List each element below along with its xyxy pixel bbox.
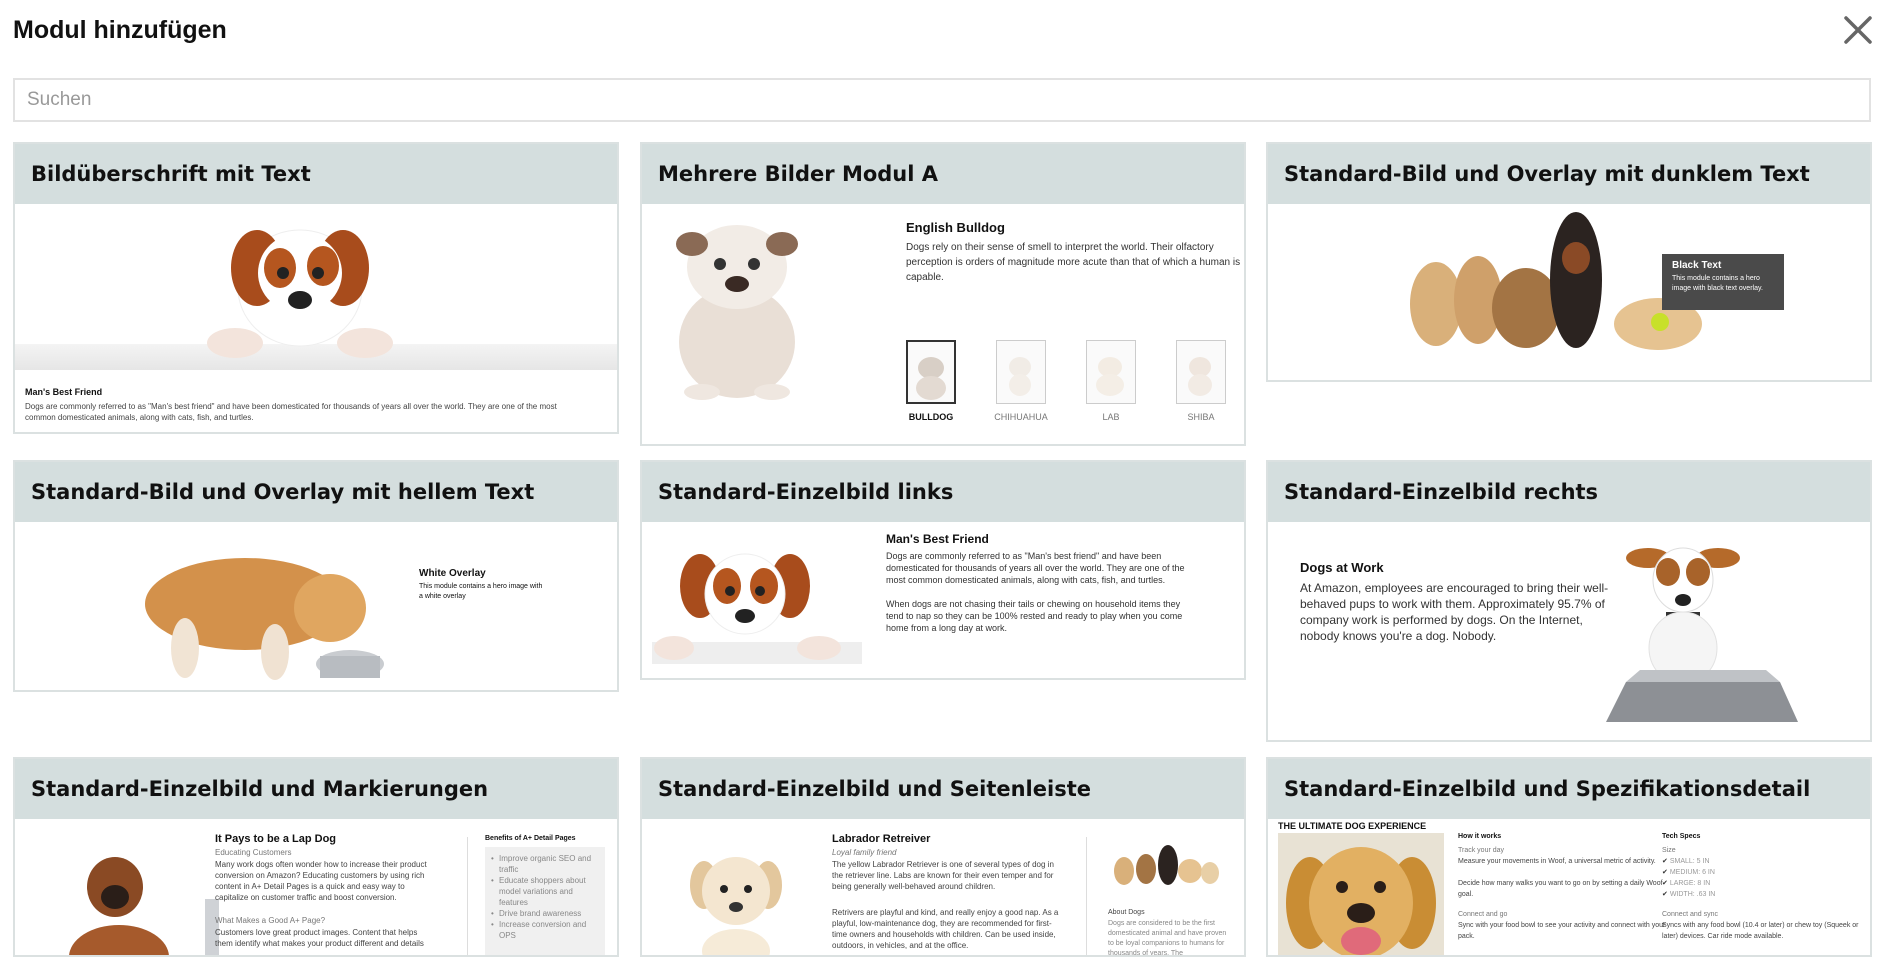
- overlay-heading: White Overlay: [419, 568, 486, 579]
- banner-text: THE ULTIMATE DOG EXPERIENCE: [1278, 821, 1427, 831]
- module-card-single-image-left[interactable]: Standard-Einzelbild links Man's Best Fri…: [640, 460, 1246, 680]
- specs-subtitle: Size: [1662, 847, 1676, 854]
- module-text: Retrivers are playful and kind, and real…: [832, 908, 1059, 950]
- module-text: When dogs are not chasing their tails or…: [886, 599, 1183, 633]
- module-subheading: What Makes a Good A+ Page?: [215, 916, 326, 925]
- thumb-shiba: [1176, 340, 1226, 404]
- section-subtitle: Track your day: [1458, 847, 1505, 854]
- thumb-label: LAB: [1102, 412, 1120, 422]
- jack-russell-laptop-image: [1606, 547, 1798, 722]
- caption-heading: Man's Best Friend: [25, 387, 103, 397]
- module-title: Standard-Einzelbild rechts: [1268, 462, 1870, 522]
- module-heading: Dogs at Work: [1300, 560, 1384, 575]
- overlay-box: Black Text This module contains a hero i…: [1662, 254, 1784, 310]
- caption-text: Dogs are commonly referred to as "Man's …: [25, 402, 557, 422]
- module-preview: THE ULTIMATE DOG EXPERIENCE How it works…: [1268, 819, 1870, 955]
- module-card-multiple-images-a[interactable]: Mehrere Bilder Modul A English Bulldog D…: [640, 142, 1246, 446]
- list-item: Increase conversion and OPS: [499, 920, 587, 940]
- module-card-overlay-light-text[interactable]: Standard-Bild und Overlay mit hellem Tex…: [13, 460, 619, 692]
- module-card-single-image-right[interactable]: Standard-Einzelbild rechts Dogs at Work …: [1266, 460, 1872, 742]
- module-heading: English Bulldog: [906, 220, 1005, 235]
- section-text: Measure your movements in Woof, a univer…: [1458, 858, 1656, 865]
- overlay-box: White Overlay This module contains a her…: [411, 562, 551, 612]
- module-subheading: Loyal family friend: [832, 848, 897, 857]
- module-preview: Black Text This module contains a hero i…: [1268, 204, 1870, 380]
- dogs-group-thumb: [1114, 845, 1219, 885]
- module-text: The yellow Labrador Retriever is one of …: [832, 860, 1054, 891]
- list-item: MEDIUM: 6 IN: [1669, 869, 1715, 876]
- module-text: Many work dogs often wonder how to incre…: [215, 860, 427, 902]
- module-card-overlay-dark-text[interactable]: Standard-Bild und Overlay mit dunklem Te…: [1266, 142, 1872, 382]
- module-text: Dogs are commonly referred to as "Man's …: [886, 551, 1185, 585]
- boxer-dog-image: [69, 857, 219, 955]
- list-item: SMALL: 5 IN: [1669, 858, 1710, 865]
- list-item: LARGE: 8 IN: [1669, 880, 1711, 887]
- module-preview: Labrador Retreiver Loyal family friend T…: [642, 819, 1244, 957]
- module-title: Standard-Einzelbild und Spezifikationsde…: [1268, 759, 1870, 819]
- module-text: Customers love great product images. Con…: [215, 928, 424, 948]
- lab-puppy-image: [690, 857, 782, 955]
- module-preview: White Overlay This module contains a her…: [15, 522, 617, 690]
- dialog-title: Modul hinzufügen: [13, 16, 227, 44]
- puppy-image: [207, 229, 393, 358]
- module-heading: Labrador Retreiver: [832, 833, 931, 845]
- list-item: Drive brand awareness: [499, 909, 582, 918]
- module-subheading: Educating Customers: [215, 848, 292, 857]
- thumb-label: BULLDOG: [908, 412, 954, 422]
- thumb-lab: [1086, 340, 1136, 404]
- search-input[interactable]: [13, 78, 1871, 122]
- overlay-text: This module contains a hero image with a…: [419, 583, 543, 600]
- module-preview: English Bulldog Dogs rely on their sense…: [642, 204, 1244, 444]
- module-preview: Man's Best Friend Dogs are commonly refe…: [15, 204, 617, 432]
- module-title: Standard-Einzelbild links: [642, 462, 1244, 522]
- specs-text: Syncs with any food bowl (10.4 or later)…: [1662, 922, 1859, 940]
- benefits-list: • Improve organic SEO and traffic • Educat…: [485, 847, 605, 955]
- puppy-image: [654, 553, 841, 660]
- thumb-bulldog: [906, 340, 956, 404]
- module-preview: Dogs at Work At Amazon, employees are en…: [1268, 522, 1870, 740]
- thumb-chihuahua: [996, 340, 1046, 404]
- section-text: Decide how many walks you want to go on …: [1458, 880, 1663, 898]
- module-title: Bildüberschrift mit Text: [15, 144, 617, 204]
- section-title: How it works: [1458, 833, 1502, 840]
- sidebar-title: Benefits of A+ Detail Pages: [485, 835, 576, 842]
- module-title: Standard-Einzelbild und Markierungen: [15, 759, 617, 819]
- overlay-heading: Black Text: [1672, 260, 1722, 271]
- module-text: At Amazon, employees are encouraged to b…: [1300, 581, 1609, 643]
- bulldog-image: [676, 225, 798, 400]
- list-item: Educate shoppers about model variations …: [499, 876, 586, 907]
- golden-retriever-image: [1278, 833, 1444, 955]
- module-title: Standard-Bild und Overlay mit hellem Tex…: [15, 462, 617, 522]
- section-subtitle: Connect and go: [1458, 911, 1508, 918]
- module-card-image-caption[interactable]: Bildüberschrift mit Text Man's Best Frie…: [13, 142, 619, 434]
- thumb-label: CHIHUAHUA: [994, 412, 1048, 422]
- module-card-single-image-specs[interactable]: Standard-Einzelbild und Spezifikationsde…: [1266, 757, 1872, 957]
- thumb-label: SHIBA: [1187, 412, 1215, 422]
- sidebar-heading: About Dogs: [1108, 909, 1145, 916]
- module-title: Standard-Bild und Overlay mit dunklem Te…: [1268, 144, 1870, 204]
- specs-subtitle: Connect and sync: [1662, 911, 1719, 918]
- module-preview: Man's Best Friend Dogs are commonly refe…: [642, 522, 1244, 678]
- module-heading: Man's Best Friend: [886, 532, 989, 546]
- sidebar-text: Dogs are considered to be the first dome…: [1108, 920, 1227, 957]
- sizes-list: ✔ SMALL: 5 IN ✔ MEDIUM: 6 IN ✔ LARGE: 8 …: [1662, 858, 1716, 898]
- module-preview: It Pays to be a Lap Dog Educating Custom…: [15, 819, 617, 955]
- module-card-single-image-highlights[interactable]: Standard-Einzelbild und Markierungen It …: [13, 757, 619, 957]
- list-item: Improve organic SEO and traffic: [499, 854, 592, 874]
- close-button[interactable]: [1838, 10, 1878, 50]
- specs-title: Tech Specs: [1662, 833, 1701, 840]
- module-title: Standard-Einzelbild und Seitenleiste: [642, 759, 1244, 819]
- module-heading: It Pays to be a Lap Dog: [215, 833, 337, 845]
- close-icon: [1844, 16, 1872, 44]
- module-card-single-image-sidebar[interactable]: Standard-Einzelbild und Seitenleiste Lab…: [640, 757, 1246, 957]
- section-text: Sync with your food bowl to see your act…: [1458, 922, 1666, 940]
- module-text: Dogs rely on their sense of smell to int…: [906, 242, 1241, 283]
- list-item: WIDTH: .63 IN: [1669, 891, 1716, 898]
- module-title: Mehrere Bilder Modul A: [642, 144, 1244, 204]
- bulldog-puppy-image: [145, 558, 384, 680]
- overlay-text: This module contains a hero image with b…: [1672, 275, 1763, 292]
